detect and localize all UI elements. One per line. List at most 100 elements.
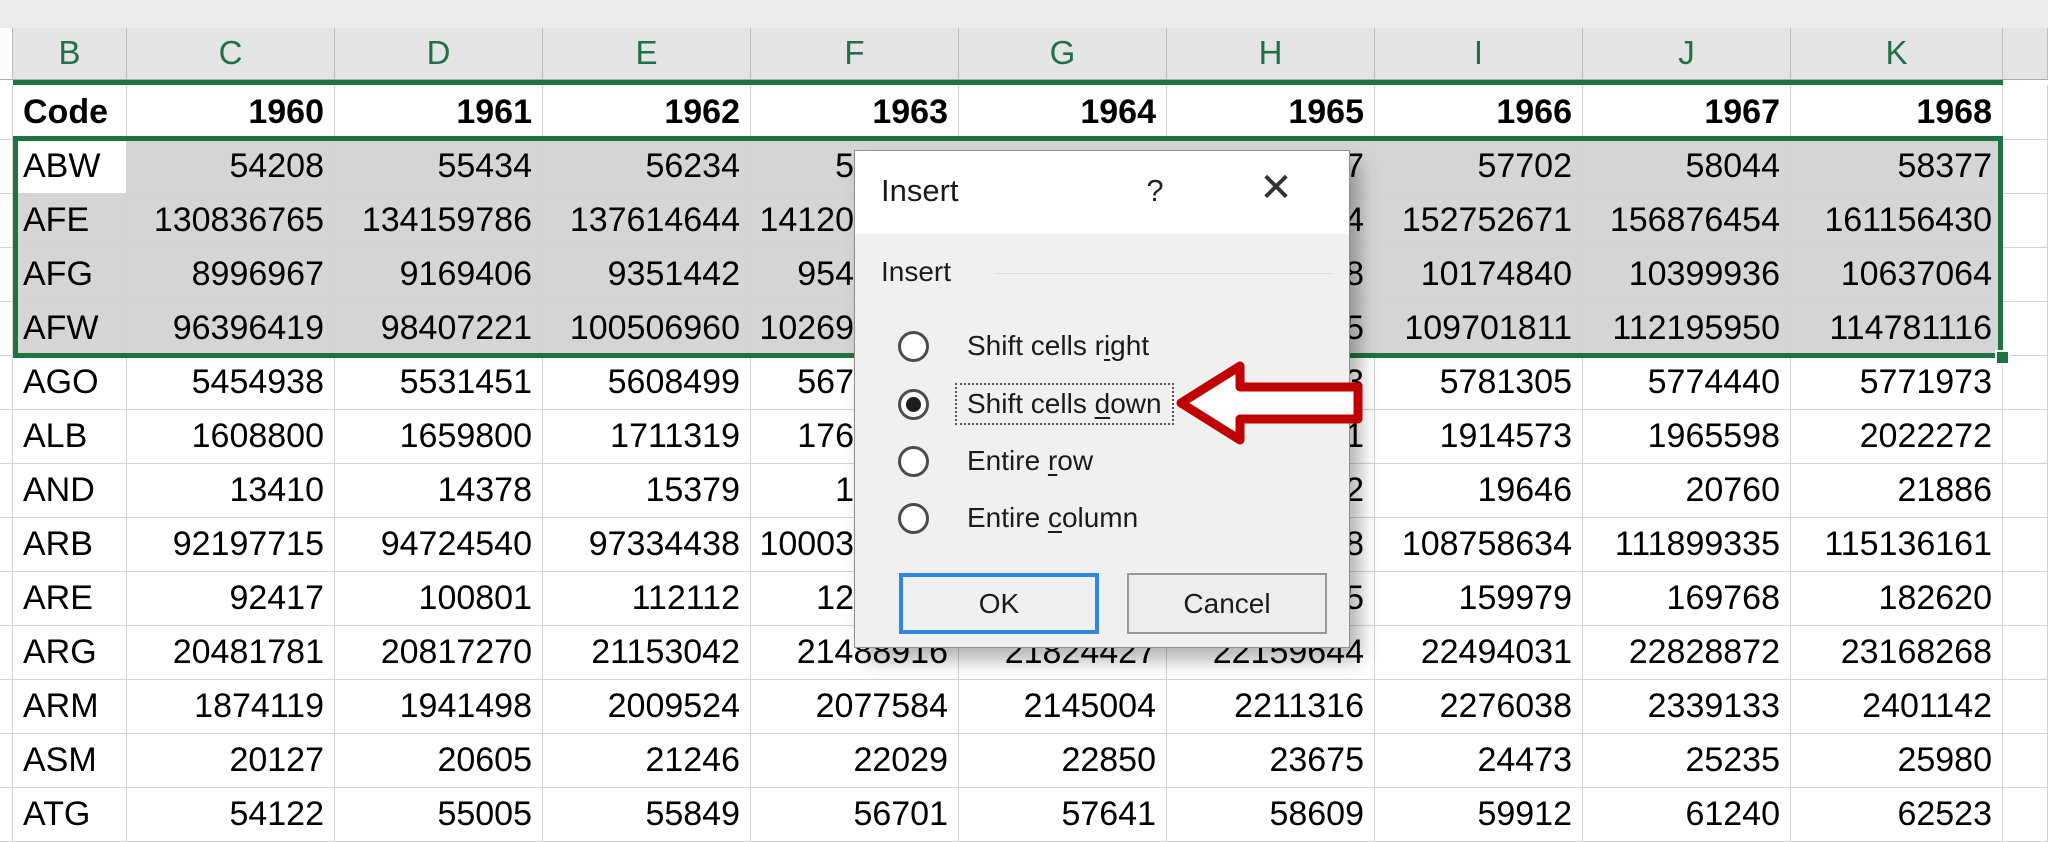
cell-ARM-1964[interactable]: 2145004	[959, 680, 1167, 734]
cell-AGO-1967[interactable]: 5774440	[1583, 356, 1791, 410]
cell-code-ARB[interactable]: ARB	[13, 518, 127, 572]
cell-ARE-1967[interactable]: 169768	[1583, 572, 1791, 626]
cell-AND-1967[interactable]: 20760	[1583, 464, 1791, 518]
cell-ALB-1968[interactable]: 2022272	[1791, 410, 2003, 464]
cell-code-ASM[interactable]: ASM	[13, 734, 127, 788]
column-header-J[interactable]: J	[1583, 28, 1791, 79]
cell-ALB-1967[interactable]: 1965598	[1583, 410, 1791, 464]
cell-AFG-1968[interactable]: 10637064	[1791, 248, 2003, 302]
cell-code-ALB[interactable]: ALB	[13, 410, 127, 464]
cell-code-AND[interactable]: AND	[13, 464, 127, 518]
cell-ATG-1961[interactable]: 55005	[335, 788, 543, 842]
selection-fill-handle[interactable]	[1995, 350, 2010, 365]
cell-ARM-1961[interactable]: 1941498	[335, 680, 543, 734]
cell-ARM-1963[interactable]: 2077584	[751, 680, 959, 734]
insert-dialog-titlebar[interactable]: Insert ? ✕	[855, 151, 1349, 234]
column-header-C[interactable]: C	[127, 28, 335, 79]
cell-AFE-1968[interactable]: 161156430	[1791, 194, 2003, 248]
cell-ATG-1963[interactable]: 56701	[751, 788, 959, 842]
cell-ARB-1961[interactable]: 94724540	[335, 518, 543, 572]
column-header-E[interactable]: E	[543, 28, 751, 79]
cell-ARE-1960[interactable]: 92417	[127, 572, 335, 626]
cell-ARB-1966[interactable]: 108758634	[1375, 518, 1583, 572]
cell-ASM-1968[interactable]: 25980	[1791, 734, 2003, 788]
cell-ASM-1962[interactable]: 21246	[543, 734, 751, 788]
option-label[interactable]: Shift cells right	[955, 325, 1161, 367]
option-entire-row[interactable]: Entire row	[898, 436, 1105, 486]
cell-ARG-1967[interactable]: 22828872	[1583, 626, 1791, 680]
cell-code-AGO[interactable]: AGO	[13, 356, 127, 410]
cell-code-ARE[interactable]: ARE	[13, 572, 127, 626]
cell-ASM-1961[interactable]: 20605	[335, 734, 543, 788]
radio-icon[interactable]	[898, 330, 929, 362]
option-label[interactable]: Shift cells down	[955, 383, 1174, 425]
cell-ATG-1968[interactable]: 62523	[1791, 788, 2003, 842]
cell-ARB-1967[interactable]: 111899335	[1583, 518, 1791, 572]
cell-AFG-1966[interactable]: 10174840	[1375, 248, 1583, 302]
cell-ATG-1967[interactable]: 61240	[1583, 788, 1791, 842]
header-cell-year-1961[interactable]: 1961	[335, 85, 543, 140]
column-header-B[interactable]: B	[13, 28, 127, 79]
cell-AFG-1962[interactable]: 9351442	[543, 248, 751, 302]
option-entire-column[interactable]: Entire column	[898, 493, 1150, 543]
header-cell-year-1965[interactable]: 1965	[1167, 85, 1375, 140]
cell-ALB-1962[interactable]: 1711319	[543, 410, 751, 464]
column-header-H[interactable]: H	[1167, 28, 1375, 79]
cell-ATG-1965[interactable]: 58609	[1167, 788, 1375, 842]
cell-AFW-1961[interactable]: 98407221	[335, 302, 543, 356]
cell-ARG-1968[interactable]: 23168268	[1791, 626, 2003, 680]
cell-ABW-1961[interactable]: 55434	[335, 140, 543, 194]
cell-AFG-1961[interactable]: 9169406	[335, 248, 543, 302]
cell-ASM-1966[interactable]: 24473	[1375, 734, 1583, 788]
cell-AFW-1960[interactable]: 96396419	[127, 302, 335, 356]
cell-ARE-1961[interactable]: 100801	[335, 572, 543, 626]
cell-ASM-1960[interactable]: 20127	[127, 734, 335, 788]
cell-ARM-1960[interactable]: 1874119	[127, 680, 335, 734]
cell-ASM-1963[interactable]: 22029	[751, 734, 959, 788]
cell-code-ARM[interactable]: ARM	[13, 680, 127, 734]
cell-AFW-1962[interactable]: 100506960	[543, 302, 751, 356]
cell-ARG-1966[interactable]: 22494031	[1375, 626, 1583, 680]
cell-ARM-1968[interactable]: 2401142	[1791, 680, 2003, 734]
cell-code-ABW[interactable]: ABW	[13, 140, 127, 194]
cell-ASM-1965[interactable]: 23675	[1167, 734, 1375, 788]
cell-ARG-1962[interactable]: 21153042	[543, 626, 751, 680]
cell-AGO-1960[interactable]: 5454938	[127, 356, 335, 410]
cell-AFE-1966[interactable]: 152752671	[1375, 194, 1583, 248]
cell-ARB-1960[interactable]: 92197715	[127, 518, 335, 572]
option-shift-cells-down[interactable]: Shift cells down	[898, 379, 1174, 429]
cell-ASM-1967[interactable]: 25235	[1583, 734, 1791, 788]
cell-ATG-1962[interactable]: 55849	[543, 788, 751, 842]
cell-ARG-1960[interactable]: 20481781	[127, 626, 335, 680]
cell-ARM-1965[interactable]: 2211316	[1167, 680, 1375, 734]
cell-code-AFW[interactable]: AFW	[13, 302, 127, 356]
cell-ALB-1960[interactable]: 1608800	[127, 410, 335, 464]
ok-button[interactable]: OK	[899, 573, 1099, 634]
cell-ATG-1966[interactable]: 59912	[1375, 788, 1583, 842]
radio-icon[interactable]	[898, 445, 929, 477]
cell-ABW-1962[interactable]: 56234	[543, 140, 751, 194]
cell-AGO-1962[interactable]: 5608499	[543, 356, 751, 410]
cell-code-ATG[interactable]: ATG	[13, 788, 127, 842]
column-header-I[interactable]: I	[1375, 28, 1583, 79]
radio-icon[interactable]	[898, 502, 929, 534]
cell-AFE-1961[interactable]: 134159786	[335, 194, 543, 248]
cell-code-AFE[interactable]: AFE	[13, 194, 127, 248]
cell-AND-1961[interactable]: 14378	[335, 464, 543, 518]
cell-ALB-1961[interactable]: 1659800	[335, 410, 543, 464]
option-label[interactable]: Entire row	[955, 440, 1105, 482]
cell-ATG-1964[interactable]: 57641	[959, 788, 1167, 842]
column-header-D[interactable]: D	[335, 28, 543, 79]
cell-AND-1966[interactable]: 19646	[1375, 464, 1583, 518]
column-header-F[interactable]: F	[751, 28, 959, 79]
radio-selected-icon[interactable]	[898, 388, 929, 420]
cell-ALB-1966[interactable]: 1914573	[1375, 410, 1583, 464]
cell-ARB-1962[interactable]: 97334438	[543, 518, 751, 572]
cell-ARG-1961[interactable]: 20817270	[335, 626, 543, 680]
cell-AND-1960[interactable]: 13410	[127, 464, 335, 518]
cell-ARB-1968[interactable]: 115136161	[1791, 518, 2003, 572]
cell-AFG-1960[interactable]: 8996967	[127, 248, 335, 302]
column-header-G[interactable]: G	[959, 28, 1167, 79]
cell-AFE-1967[interactable]: 156876454	[1583, 194, 1791, 248]
cell-ARM-1966[interactable]: 2276038	[1375, 680, 1583, 734]
